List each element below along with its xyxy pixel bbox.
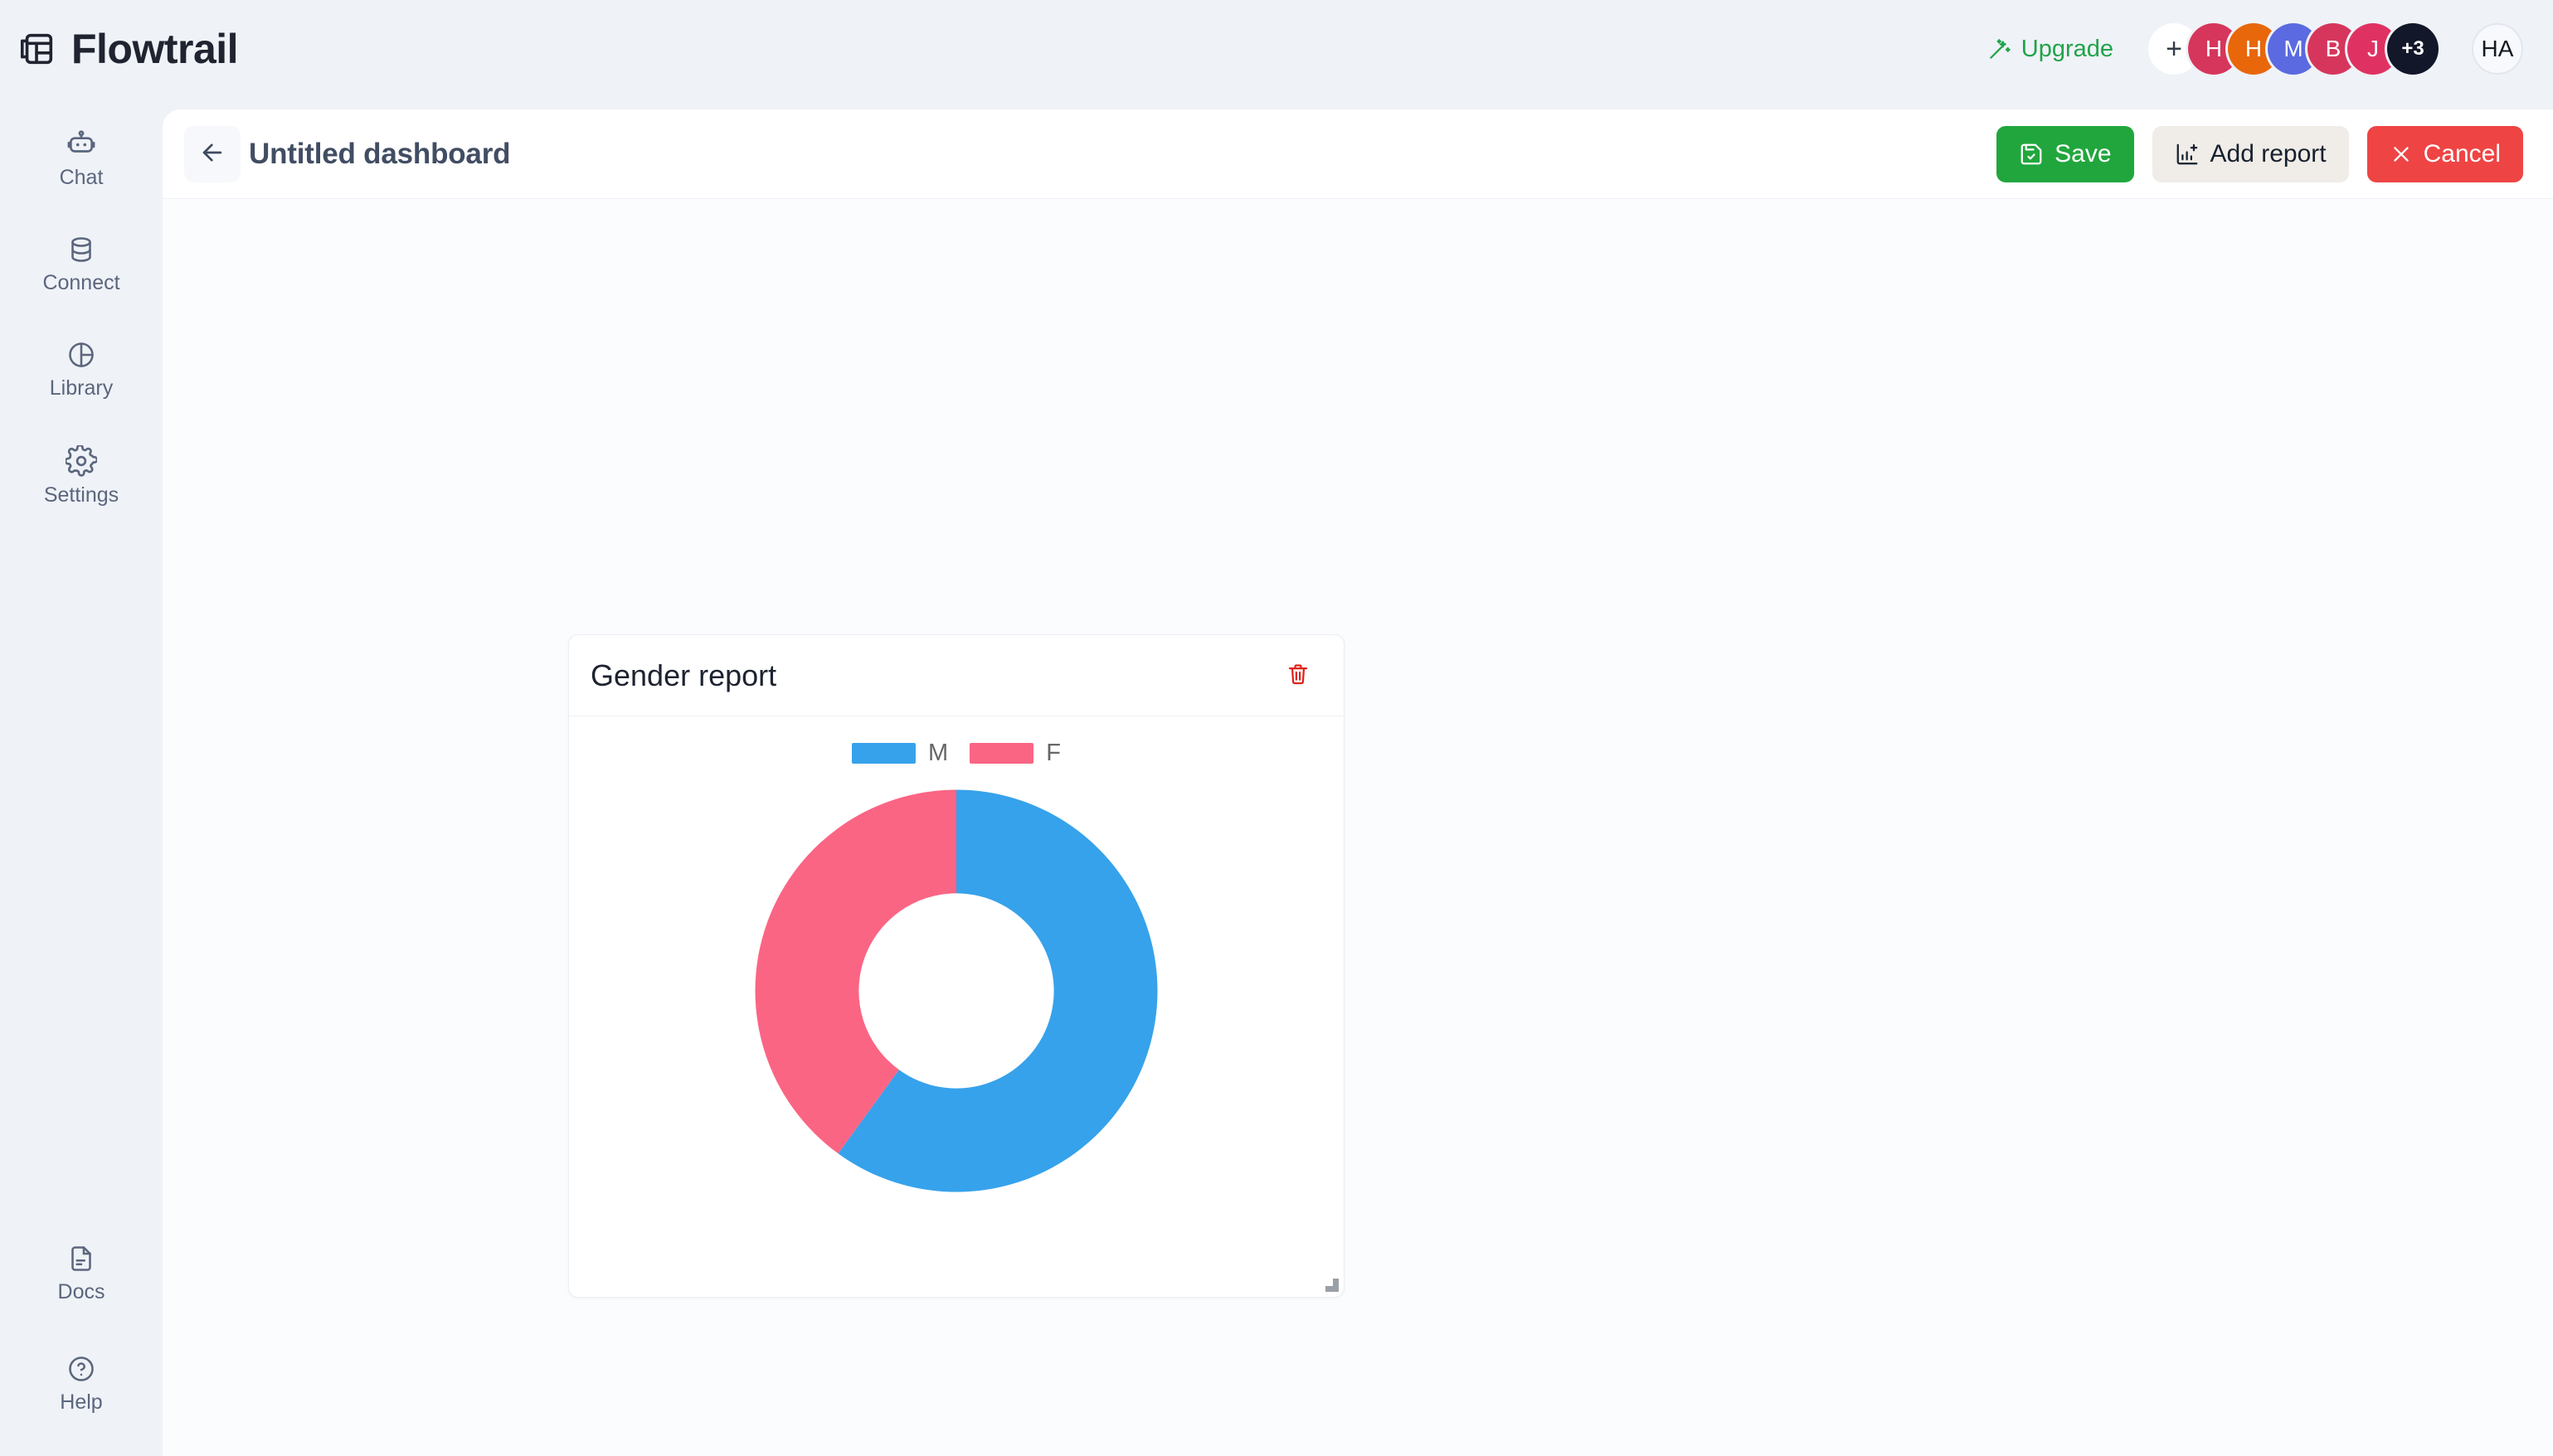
sidebar-item-label: Chat [59,166,104,189]
report-card-body: M F [569,716,1344,1297]
sidebar-item-chat[interactable]: Chat [0,113,163,201]
upgrade-label: Upgrade [2021,35,2113,62]
save-button[interactable]: Save [1996,125,2134,182]
sidebar: Chat Connect Library Settings Docs Help [0,98,163,1456]
app-root: Flowtrail Upgrade + H H M B J +3 HA Chat… [0,0,2553,1456]
legend-swatch-m [852,743,917,764]
sidebar-item-help[interactable]: Help [0,1339,163,1426]
sidebar-item-connect[interactable]: Connect [0,220,163,307]
sidebar-item-library[interactable]: Library [0,325,163,412]
brand-name: Flowtrail [71,26,239,72]
close-x-icon [2390,143,2413,166]
sidebar-primary-group: Chat Connect Library Settings [0,113,163,537]
page-title: Untitled dashboard [249,137,511,170]
dashboard-canvas[interactable]: Gender report M F [163,199,2553,1456]
current-user-avatar[interactable]: HA [2472,23,2523,75]
legend-item-f[interactable]: F [970,741,1061,765]
report-card-title: Gender report [591,658,777,692]
avatar-initials: HA [2481,36,2514,61]
magic-wand-icon [1987,36,2012,61]
upgrade-button[interactable]: Upgrade [1984,31,2117,68]
save-button-label: Save [2055,139,2112,167]
top-bar-right: Upgrade + H H M B J +3 HA [1984,23,2523,75]
cancel-button-label: Cancel [2423,139,2501,167]
legend-swatch-f [970,743,1034,764]
save-disk-check-icon [2019,142,2044,167]
avatar-initials: H [2205,36,2223,61]
gear-icon [66,445,97,477]
content-panel: Untitled dashboard Save Add report Cance… [163,109,2553,1456]
legend-label-f: F [1046,740,1061,766]
document-icon [66,1244,96,1274]
back-button[interactable] [184,125,241,182]
avatar-initials: H [2244,36,2263,61]
avatar-group: + H H M B J +3 [2148,23,2439,75]
chart-legend: M F [852,741,1061,765]
avatar-overflow-count: +3 [2401,37,2424,60]
plus-icon: + [2166,32,2182,65]
sidebar-item-docs[interactable]: Docs [0,1229,163,1316]
dashboard-toolbar-actions: Save Add report Cancel [1996,125,2523,182]
chart-plus-icon [2175,142,2200,167]
dashboard-toolbar-left: Untitled dashboard [184,125,511,182]
resize-corner-icon[interactable] [1324,1277,1339,1292]
top-bar: Flowtrail Upgrade + H H M B J +3 HA [0,0,2553,98]
grid-table-icon [18,30,56,68]
sidebar-item-label: Settings [43,483,119,507]
add-report-button-label: Add report [2210,139,2327,167]
sidebar-secondary-group: Docs Help [0,1229,163,1426]
avatar-initials: M [2283,36,2303,61]
avatar-overflow[interactable]: +3 [2387,23,2439,75]
donut-chart-svg [755,789,1158,1192]
sidebar-item-label: Docs [57,1280,105,1303]
sidebar-item-label: Help [60,1390,103,1414]
report-card[interactable]: Gender report M F [568,634,1345,1298]
dashboard-toolbar: Untitled dashboard Save Add report Cance… [163,109,2553,199]
legend-label-m: M [928,740,949,766]
brand[interactable]: Flowtrail [18,26,239,72]
sidebar-item-settings[interactable]: Settings [0,430,163,519]
trash-icon [1286,662,1311,689]
donut-chart[interactable] [749,784,1164,1198]
robot-icon [66,128,97,159]
add-report-button[interactable]: Add report [2152,125,2349,182]
avatar-initials: J [2367,36,2379,61]
sidebar-item-label: Connect [42,271,120,294]
sidebar-item-label: Library [49,376,114,400]
arrow-left-icon [198,138,226,169]
avatar-initials: B [2325,36,2341,61]
report-card-header: Gender report [569,635,1344,716]
pie-circle-icon [66,340,96,370]
legend-item-m[interactable]: M [852,741,948,765]
delete-report-button[interactable] [1281,657,1315,694]
cancel-button[interactable]: Cancel [2366,125,2523,182]
database-icon [66,235,96,265]
question-circle-icon [66,1354,96,1384]
